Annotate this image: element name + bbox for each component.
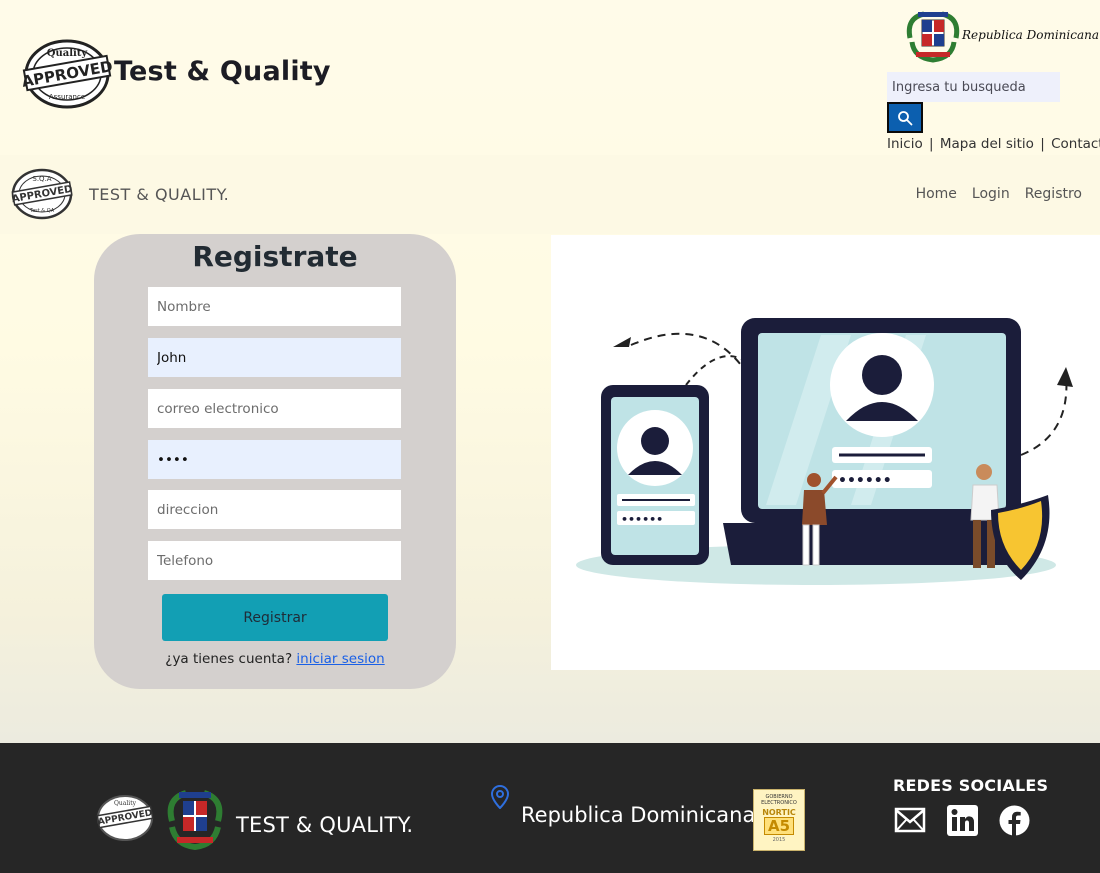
link-inicio[interactable]: Inicio bbox=[887, 136, 923, 152]
nav-registro[interactable]: Registro bbox=[1025, 186, 1082, 202]
nortic-badge-name: NORTIC bbox=[762, 808, 796, 817]
sqa-seal-icon[interactable]: S.Q.A APPROVED Test & QA bbox=[10, 167, 74, 221]
svg-text:Assurance: Assurance bbox=[49, 93, 85, 101]
email-field[interactable] bbox=[148, 389, 401, 428]
search-icon bbox=[898, 110, 913, 125]
top-links: Inicio | Mapa del sitio | Contacto bbox=[887, 136, 1100, 152]
nav-brand[interactable]: TEST & QUALITY. bbox=[89, 185, 229, 204]
register-title: Registrate bbox=[192, 240, 358, 273]
user-registration-illustration: •••••• •••••• bbox=[576, 318, 1073, 585]
apellido-field[interactable] bbox=[148, 338, 401, 377]
social-icons bbox=[894, 804, 1030, 836]
svg-text:Quality: Quality bbox=[47, 48, 89, 59]
nortic-badge-code: A5 bbox=[763, 817, 795, 835]
direccion-field[interactable] bbox=[148, 490, 401, 529]
nav-login[interactable]: Login bbox=[972, 186, 1010, 202]
login-link[interactable]: iniciar sesion bbox=[296, 651, 384, 667]
illustration-panel: •••••• •••••• bbox=[551, 235, 1100, 670]
navbar: S.Q.A APPROVED Test & QA TEST & QUALITY.… bbox=[0, 155, 1100, 234]
nortic-a5-badge: GOBIERNO ELECTRONICO NORTIC A5 2015 bbox=[753, 789, 805, 851]
svg-text:S.Q.A: S.Q.A bbox=[32, 175, 51, 183]
nortic-badge-top: GOBIERNO ELECTRONICO bbox=[761, 794, 797, 806]
link-mapa-del-sitio[interactable]: Mapa del sitio bbox=[940, 136, 1034, 152]
svg-text:Quality: Quality bbox=[114, 800, 137, 807]
footer-country: Republica Dominicana bbox=[521, 803, 756, 827]
social-title: REDES SOCIALES bbox=[893, 776, 1049, 795]
footer-brand: TEST & QUALITY. bbox=[236, 813, 414, 837]
nav-home[interactable]: Home bbox=[916, 186, 957, 202]
account-prompt: ¿ya tienes cuenta? bbox=[165, 651, 293, 667]
nortic-badge-year: 2015 bbox=[772, 837, 786, 843]
nombre-field[interactable] bbox=[148, 287, 401, 326]
svg-text:Test & QA: Test & QA bbox=[29, 208, 55, 214]
coat-of-arms-icon bbox=[906, 11, 960, 63]
brand-title: Test & Quality bbox=[114, 56, 331, 87]
location-pin-icon bbox=[490, 785, 510, 809]
password-field[interactable] bbox=[148, 440, 401, 479]
footer: APPROVED Quality TEST & QUALITY. Republi… bbox=[0, 743, 1100, 873]
facebook-icon[interactable] bbox=[998, 804, 1030, 836]
linkedin-icon[interactable] bbox=[946, 804, 978, 836]
telefono-field[interactable] bbox=[148, 541, 401, 580]
top-header: Quality APPROVED Assurance Test & Qualit… bbox=[0, 0, 1100, 155]
coat-of-arms-icon bbox=[167, 790, 223, 851]
mail-icon[interactable] bbox=[894, 804, 926, 836]
account-line: ¿ya tienes cuenta? iniciar sesion bbox=[94, 651, 456, 667]
gov-name: Republica Dominicana bbox=[962, 28, 1099, 42]
approved-seal-icon: APPROVED Quality bbox=[96, 795, 154, 841]
registrar-button[interactable]: Registrar bbox=[162, 594, 388, 641]
link-contacto[interactable]: Contacto bbox=[1051, 136, 1100, 152]
approved-seal-icon: Quality APPROVED Assurance bbox=[22, 39, 112, 109]
search-button[interactable] bbox=[887, 102, 923, 133]
nav-links: Home Login Registro bbox=[916, 186, 1082, 202]
search-input[interactable] bbox=[887, 72, 1060, 102]
phone-password-mask: •••••• bbox=[621, 513, 663, 526]
laptop-password-mask: •••••• bbox=[838, 473, 892, 489]
register-card: Registrate Registrar ¿ya tienes cuenta? … bbox=[94, 234, 456, 689]
